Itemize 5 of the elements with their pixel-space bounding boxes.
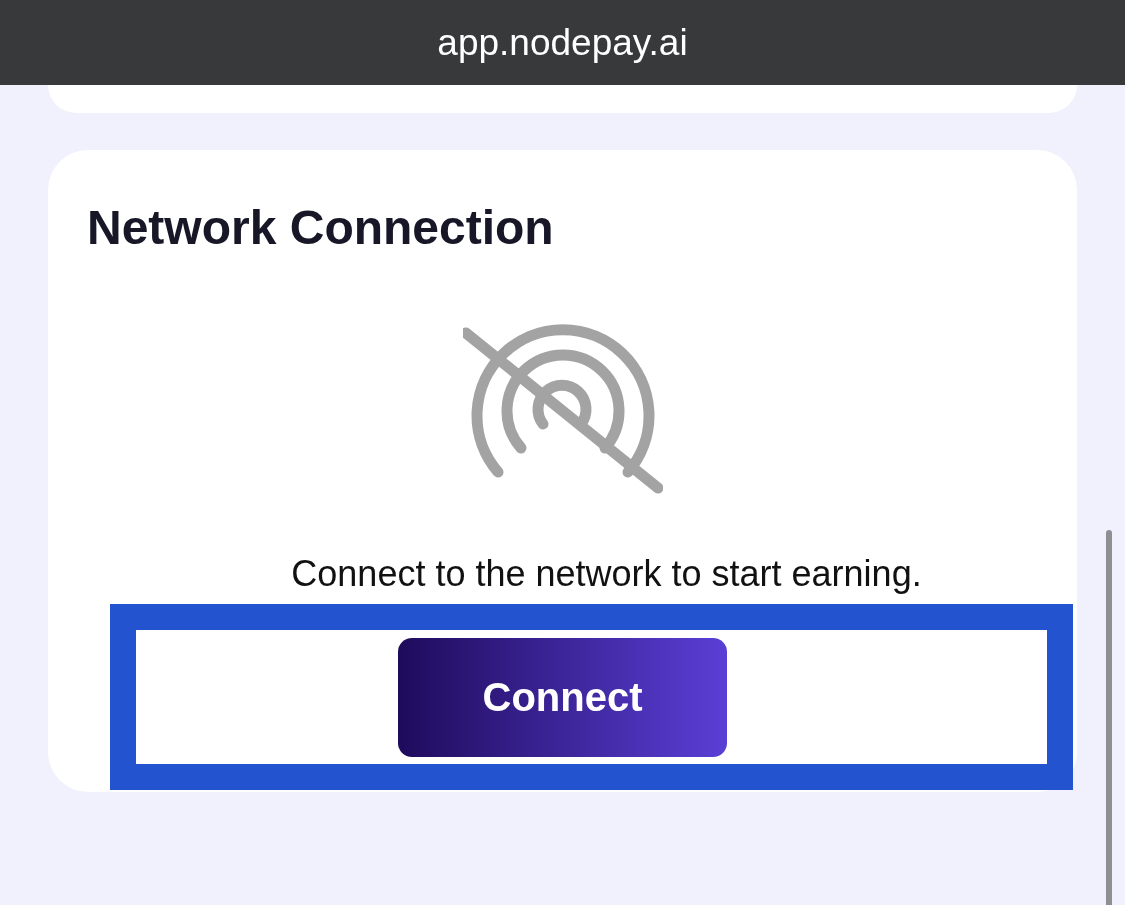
connect-button[interactable]: Connect — [398, 638, 727, 757]
card-title: Network Connection — [87, 200, 555, 256]
connect-message: Connect to the network to start earning. — [290, 552, 923, 596]
scrollbar[interactable] — [1106, 530, 1112, 905]
page-address: app.nodepay.ai — [437, 21, 688, 64]
